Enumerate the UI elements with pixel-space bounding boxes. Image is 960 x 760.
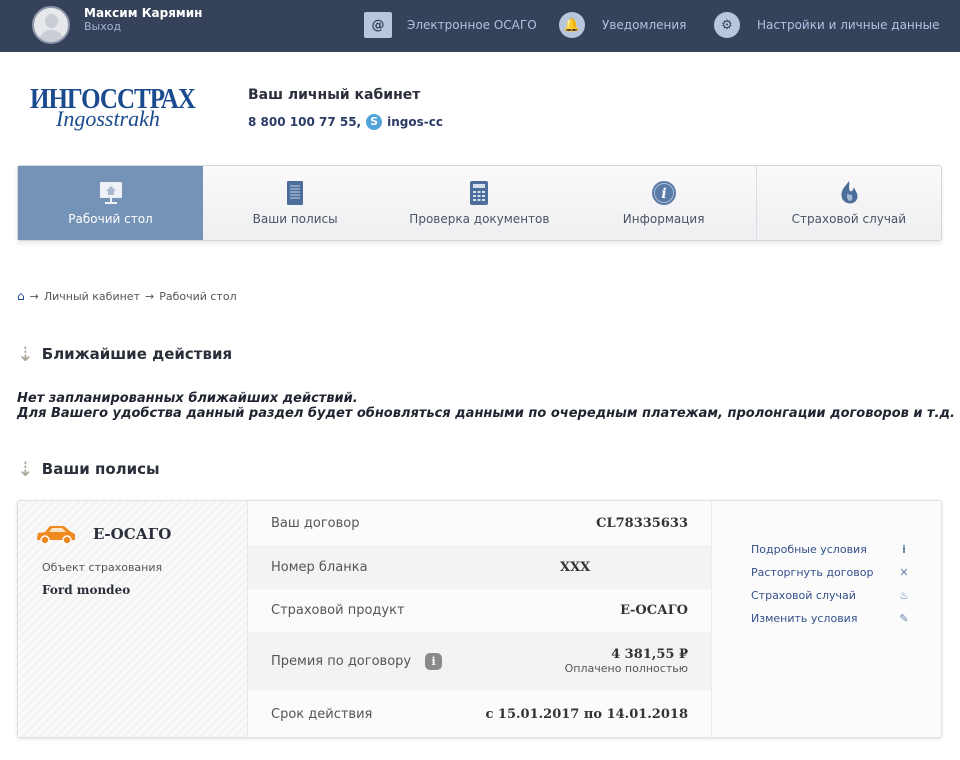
action-label[interactable]: Страховой случай	[751, 589, 856, 602]
ingosstrakh-logo[interactable]: ИНГОССТРАХ Ingosstrakh	[30, 84, 205, 140]
detail-row-blank-number: Номер бланка XXX	[248, 545, 711, 589]
row-value: Е-ОСАГО	[620, 603, 688, 618]
nav-label: Информация	[622, 212, 705, 226]
contacts: 8 800 100 77 55, S ingos-cc	[248, 114, 443, 130]
flame-icon	[841, 181, 858, 204]
user-name: Максим Карямин	[84, 6, 203, 20]
svg-text:i: i	[661, 186, 666, 202]
section-title: Ваши полисы	[41, 460, 160, 478]
close-icon[interactable]: ✕	[897, 566, 911, 579]
action-details[interactable]: Подробные условия i	[751, 543, 911, 556]
nav-document-check[interactable]: Проверка документов	[387, 166, 571, 240]
action-change-terms[interactable]: Изменить условия ✎	[751, 612, 911, 625]
action-terminate[interactable]: Расторгнуть договор ✕	[751, 566, 911, 579]
skype-icon: S	[366, 114, 383, 130]
arrow-down-icon: ⇣	[17, 457, 34, 481]
row-label: Ваш договор	[271, 515, 360, 531]
payment-status: Оплачено полностью	[564, 662, 688, 675]
nearest-actions-note: Нет запланированных ближайших действий. …	[17, 391, 955, 421]
action-label[interactable]: Расторгнуть договор	[751, 566, 873, 579]
breadcrumb-arrow: →	[144, 289, 155, 303]
action-label[interactable]: Подробные условия	[751, 543, 867, 556]
nav-insurance-case[interactable]: Страховой случай	[755, 166, 941, 240]
object-value: Ford mondeo	[42, 583, 131, 597]
policy-card: Е-ОСАГО Объект страхования Ford mondeo В…	[17, 500, 942, 738]
logo-ru: ИНГОССТРАХ	[30, 84, 196, 116]
nearest-actions-heading[interactable]: ⇣ Ближайшие действия	[17, 342, 232, 366]
notifications-link[interactable]: Уведомления	[602, 18, 686, 32]
nav-information[interactable]: i Информация	[572, 166, 756, 240]
object-label: Объект страхования	[42, 561, 163, 574]
row-value: с 15.01.2017 по 14.01.2018	[485, 707, 688, 722]
car-icon	[37, 526, 75, 545]
gear-icon[interactable]: ⚙	[713, 12, 741, 38]
settings-link[interactable]: Настройки и личные данные	[757, 18, 939, 32]
section-title: Ближайшие действия	[41, 345, 233, 363]
top-bar: Максим Карямин Выход @ Электронное ОСАГО…	[0, 0, 960, 52]
nav-label: Ваши полисы	[252, 212, 338, 226]
row-value: 4 381,55 ₽ Оплачено полностью	[565, 647, 688, 675]
row-value: CL78335633	[596, 515, 688, 531]
breadcrumb-current: Рабочий стол	[159, 289, 237, 303]
pencil-icon[interactable]: ✎	[897, 612, 911, 625]
premium-amount: 4 381,55 ₽	[611, 647, 688, 662]
detail-row-product: Страховой продукт Е-ОСАГО	[248, 589, 711, 632]
detail-row-period: Срок действия с 15.01.2017 по 14.01.2018	[248, 690, 711, 737]
logout-link[interactable]: Выход	[84, 20, 121, 33]
document-icon	[287, 181, 304, 205]
policy-actions: Подробные условия i Расторгнуть договор ✕ …	[711, 501, 941, 737]
row-label: Премия по договору	[271, 653, 412, 669]
main-nav: Рабочий стол Ваши полисы Проверка докуме…	[17, 165, 942, 241]
breadcrumb-arrow: →	[29, 289, 39, 303]
info-icon[interactable]: i	[425, 652, 443, 670]
row-label: Срок действия	[271, 707, 373, 722]
info-icon[interactable]: i	[897, 543, 911, 556]
action-insurance-case[interactable]: Страховой случай ♨	[751, 589, 911, 602]
nav-label: Страховой случай	[791, 212, 907, 226]
monitor-home-icon	[99, 182, 122, 204]
flame-icon[interactable]: ♨	[897, 589, 911, 602]
nav-label: Проверка документов	[409, 212, 550, 226]
home-icon[interactable]: ⌂	[17, 289, 25, 303]
nav-label: Рабочий стол	[68, 212, 153, 226]
calculator-icon	[470, 181, 489, 205]
action-label[interactable]: Изменить условия	[751, 612, 857, 625]
phone-number: 8 800 100 77 55,	[248, 115, 362, 129]
nav-desktop[interactable]: Рабочий стол	[18, 166, 203, 240]
info-icon: i	[651, 181, 676, 205]
row-label: Номер бланка	[271, 559, 368, 575]
avatar[interactable]	[32, 6, 70, 44]
e-osago-link[interactable]: Электронное ОСАГО	[407, 18, 537, 32]
policy-details: Ваш договор CL78335633 Номер бланка XXX …	[248, 501, 711, 737]
note-line: Для Вашего удобства данный раздел будет …	[17, 406, 955, 421]
breadcrumb: ⌂ → Личный кабинет → Рабочий стол	[17, 289, 237, 303]
note-line: Нет запланированных ближайших действий.	[17, 391, 358, 406]
row-value: XXX	[560, 559, 591, 575]
envelope-icon[interactable]: @	[364, 12, 392, 38]
cabinet-title: Ваш личный кабинет	[248, 87, 421, 103]
bell-icon[interactable]: 🔔	[558, 12, 586, 38]
detail-row-contract: Ваш договор CL78335633	[248, 501, 711, 545]
skype-name[interactable]: ingos-cc	[387, 115, 443, 129]
policy-summary: Е-ОСАГО Объект страхования Ford mondeo	[18, 501, 248, 737]
arrow-down-icon: ⇣	[17, 342, 34, 366]
row-label: Страховой продукт	[271, 603, 405, 618]
breadcrumb-cabinet[interactable]: Личный кабинет	[44, 290, 140, 303]
nav-policies[interactable]: Ваши полисы	[203, 166, 387, 240]
policies-heading[interactable]: ⇣ Ваши полисы	[17, 457, 160, 481]
product-title[interactable]: Е-ОСАГО	[93, 525, 171, 543]
detail-row-premium: Премия по договору i 4 381,55 ₽ Оплачено п…	[248, 632, 711, 690]
